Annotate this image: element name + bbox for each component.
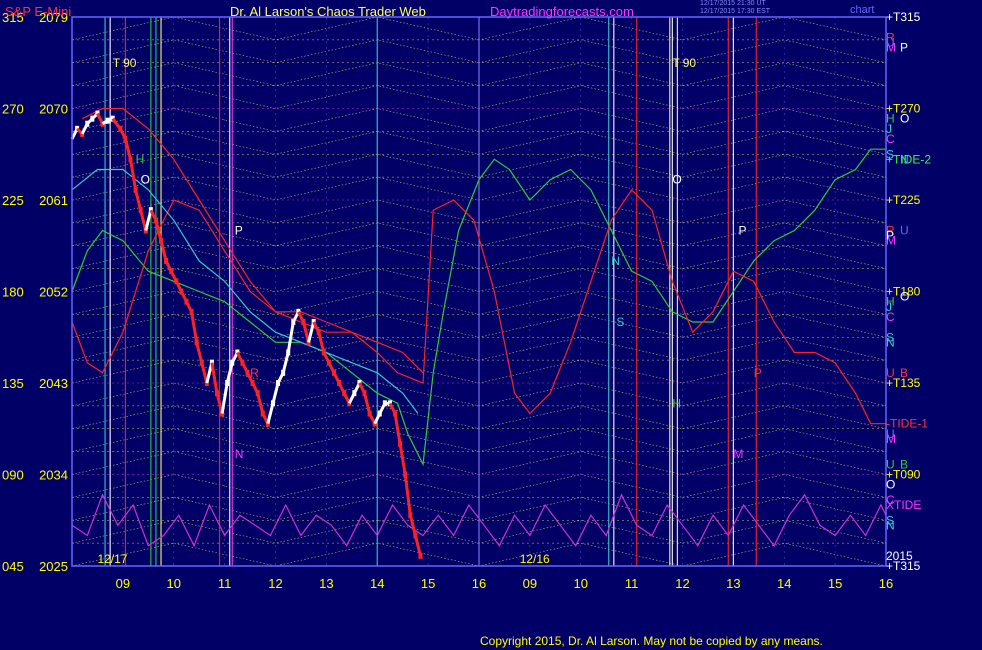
price-segment	[403, 474, 412, 516]
x-tick-label: 16	[472, 576, 486, 591]
plot-label: M	[733, 447, 743, 461]
right-label: XTIDE	[886, 498, 921, 512]
right-label: C	[886, 132, 895, 146]
price-segment	[393, 413, 402, 445]
price-segment	[408, 514, 417, 536]
timestamp-line2: 12/17/2015 17:30 EST	[700, 8, 771, 15]
instrument-title: S&P E-Mini	[5, 4, 72, 19]
right-label: U	[900, 224, 909, 238]
plot-label: O	[672, 173, 681, 187]
plot-label: O	[141, 173, 150, 187]
right-label: N	[886, 518, 895, 532]
right-label: P	[900, 41, 908, 55]
y-tick-label: 2052	[39, 285, 68, 300]
price-segment	[154, 219, 163, 242]
x-tick-label: 09	[523, 576, 537, 591]
plot-label: H	[672, 396, 681, 410]
right-label: +T315	[886, 559, 921, 573]
harmonic-tick-label: 045	[2, 559, 24, 574]
x-tick-label: 12	[675, 576, 689, 591]
y-tick-label: 2025	[39, 559, 68, 574]
x-tick-label: 14	[777, 576, 791, 591]
price-segment	[195, 341, 204, 364]
timestamp-line1: 12/17/2015 21:30 UT	[700, 0, 766, 7]
x-tick-label: 10	[167, 576, 181, 591]
right-label: +T135	[886, 376, 921, 390]
harmonic-tick-label: 225	[2, 193, 24, 208]
plot-label: S	[616, 315, 624, 329]
right-label: C	[886, 310, 895, 324]
x-tick-label: 09	[116, 576, 130, 591]
right-label: O	[900, 290, 909, 304]
price-segment	[398, 443, 407, 475]
x-tick-label: 13	[319, 576, 333, 591]
price-series	[70, 110, 423, 559]
right-label: N	[900, 152, 909, 166]
corner-label: chart	[850, 4, 875, 16]
price-segment	[210, 362, 219, 394]
x-tick-label: 12	[268, 576, 282, 591]
axes: 2025 045 2034 090 2043 135 2052 180 2061 225 2070 2…	[2, 10, 893, 591]
price-segment	[256, 392, 265, 414]
right-label: +T315	[886, 10, 921, 24]
y-tick-label: 2061	[39, 193, 68, 208]
right-label: O	[886, 478, 895, 492]
harmonic-tick-label: 090	[2, 468, 24, 483]
x-tick-label: 15	[421, 576, 435, 591]
series-line	[81, 107, 424, 374]
right-label: +T225	[886, 193, 921, 207]
y-tick-label: 2034	[39, 468, 68, 483]
price-segment	[271, 382, 280, 404]
plot-label: N	[235, 447, 244, 461]
price-segment	[363, 392, 372, 414]
copyright-notice: Copyright 2015, Dr. Al Larson. May not b…	[480, 634, 823, 648]
site-title: Dr. Al Larson's Chaos Trader Web	[230, 4, 426, 19]
harmonic-tick-label: 180	[2, 285, 24, 300]
y-tick-label: 2070	[39, 102, 68, 117]
price-segment	[159, 240, 168, 262]
price-segment	[266, 402, 275, 425]
plot-label: T 90	[113, 56, 137, 70]
right-label: P	[886, 229, 894, 243]
right-label: N	[886, 335, 895, 349]
price-segment	[281, 352, 290, 374]
right-label: S	[886, 147, 894, 161]
plot-label: P	[738, 224, 746, 238]
y-tick-label: 2043	[39, 376, 68, 391]
date-label: 12/16	[520, 552, 550, 566]
plot-label: N	[611, 254, 620, 268]
price-segment	[123, 138, 132, 160]
right-label: U	[886, 427, 895, 441]
plot-label: H	[136, 152, 145, 166]
timestamp: 12/17/2015 21:30 UT 12/17/2015 17:30 EST	[700, 0, 770, 16]
harmonic-tick-label: 135	[2, 376, 24, 391]
harmonic-grid	[71, 16, 887, 567]
price-segment	[413, 535, 422, 557]
plot-label: T 90	[672, 56, 696, 70]
plot-label: P	[754, 366, 762, 380]
x-tick-label: 11	[625, 576, 639, 591]
x-tick-label: 14	[370, 576, 384, 591]
plot-label: P	[235, 224, 243, 238]
harmonic-tick-label: 270	[2, 102, 24, 117]
right-label: O	[900, 112, 909, 126]
chaos-chart: 2025 045 2034 090 2043 135 2052 180 2061 225 2070 2…	[2, 10, 931, 591]
x-tick-label: 13	[726, 576, 740, 591]
price-bar	[418, 552, 423, 559]
x-tick-label: 11	[218, 576, 232, 591]
price-segment	[134, 189, 143, 211]
price-segment	[190, 311, 199, 343]
x-tick-label: 16	[879, 576, 893, 591]
x-tick-label: 15	[828, 576, 842, 591]
price-segment	[144, 209, 153, 231]
plot-label: R	[250, 366, 259, 380]
right-label: U	[886, 35, 895, 49]
date-label: 12/17	[97, 552, 127, 566]
x-tick-label: 10	[574, 576, 588, 591]
site-url[interactable]: Daytradingforecasts.com	[490, 4, 634, 19]
